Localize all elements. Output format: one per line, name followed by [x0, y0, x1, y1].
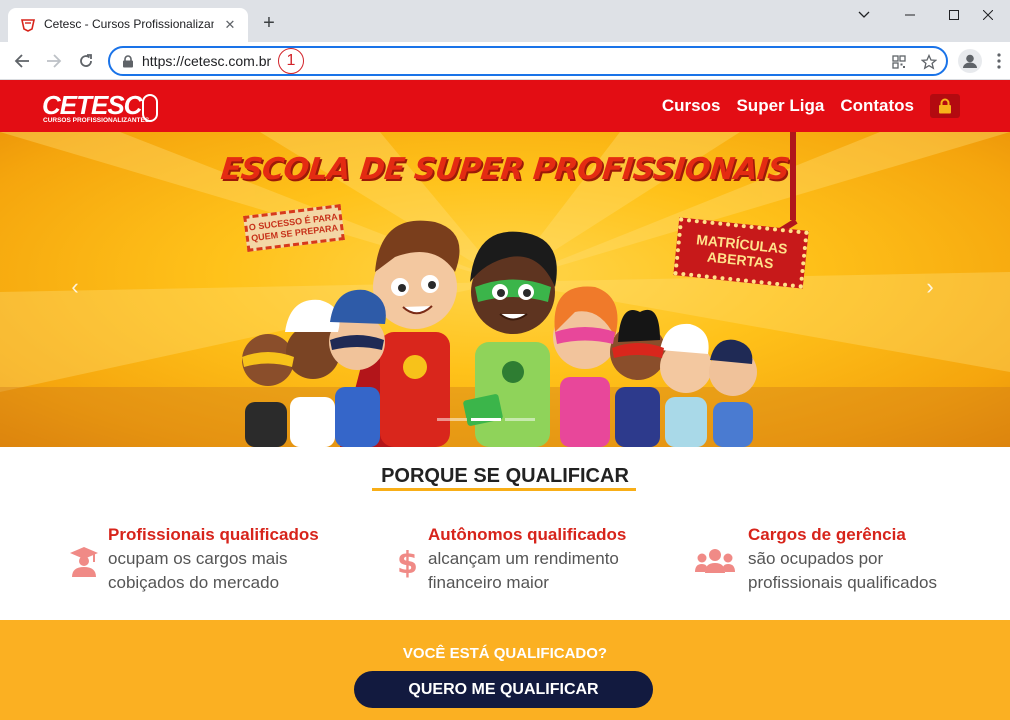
back-button[interactable] — [10, 49, 34, 73]
section-underline — [372, 488, 636, 491]
nav-cursos[interactable]: Cursos — [662, 96, 721, 116]
qualify-button[interactable]: QUERO ME QUALIFICAR — [354, 671, 653, 708]
lock-icon — [123, 55, 133, 68]
feature-text-line2: financeiro maior — [428, 573, 549, 592]
browser-tab[interactable]: Cetesc - Cursos Profissionalizantes ✕ — [8, 8, 248, 42]
annotation-marker: 1 — [278, 48, 304, 74]
feature-text-line2: cobiçados do mercado — [108, 573, 280, 592]
arrow-right-icon — [47, 54, 62, 68]
site-header: CETESC CURSOS PROFISSIONALIZANTES Cursos… — [0, 80, 1010, 132]
qr-code-icon[interactable] — [890, 53, 908, 71]
feature-profissionais: Profissionais qualificados ocupam os car… — [66, 525, 356, 595]
feature-gerencia: Cargos de gerência são ocupados por prof… — [694, 525, 994, 595]
feature-text-line1: alcançam um rendimento — [428, 549, 619, 568]
feature-autonomos: $ Autônomos qualificados alcançam um ren… — [393, 525, 683, 595]
section-title: PORQUE SE QUALIFICAR — [381, 465, 629, 487]
maximize-icon — [949, 10, 959, 20]
cartoon-heroes-illustration — [242, 220, 757, 447]
minimize-icon — [905, 14, 915, 16]
minimize-button[interactable] — [888, 4, 932, 26]
carousel-prev-button[interactable]: ‹ — [66, 275, 84, 299]
reload-icon — [80, 54, 92, 67]
main-nav: Cursos Super Liga Contatos — [662, 80, 960, 132]
tab-title: Cetesc - Cursos Profissionalizantes — [44, 17, 214, 31]
cta-section: VOCÊ ESTÁ QUALIFICADO? QUERO ME QUALIFIC… — [0, 620, 1010, 720]
cta-question: VOCÊ ESTÁ QUALIFICADO? — [402, 645, 608, 662]
carousel-next-button[interactable]: › — [921, 275, 939, 299]
carousel-indicator-2[interactable] — [471, 418, 501, 421]
close-tab-icon[interactable]: ✕ — [222, 17, 238, 33]
feature-title: Profissionais qualificados — [108, 525, 319, 544]
nav-contatos[interactable]: Contatos — [840, 96, 914, 116]
profile-avatar-icon[interactable] — [958, 49, 982, 73]
bookmark-star-icon[interactable] — [920, 53, 938, 71]
chevron-down-icon — [858, 11, 870, 18]
reload-button[interactable] — [74, 49, 98, 73]
feature-text-line1: são ocupados por — [748, 549, 884, 568]
feature-text-line1: ocupam os cargos mais — [108, 549, 288, 568]
hero-carousel[interactable]: ESCOLA DE SUPER PROFISSIONAIS O SUCESSO … — [0, 132, 1010, 447]
why-qualify-section: PORQUE SE QUALIFICAR Profissionais quali… — [0, 447, 1010, 620]
dollar-icon: $ — [397, 546, 418, 579]
users-icon — [695, 549, 735, 573]
sign-pole — [790, 132, 796, 220]
feature-title: Autônomos qualificados — [428, 525, 627, 544]
carousel-indicators — [437, 418, 535, 421]
carousel-indicator-3[interactable] — [505, 418, 535, 421]
new-tab-button[interactable]: + — [258, 12, 280, 34]
mouse-icon — [142, 94, 158, 122]
graduate-icon — [70, 547, 98, 577]
svg-text:$: $ — [397, 546, 418, 579]
login-lock-button[interactable] — [930, 94, 960, 118]
close-window-button[interactable] — [966, 4, 1010, 26]
cetesc-logo[interactable]: CETESC CURSOS PROFISSIONALIZANTES — [42, 90, 164, 126]
address-bar[interactable]: https://cetesc.com.br 1 — [108, 46, 948, 76]
feature-text-line2: profissionais qualificados — [748, 573, 937, 592]
carousel-indicator-1[interactable] — [437, 418, 467, 421]
close-icon — [982, 9, 994, 21]
logo-subtitle: CURSOS PROFISSIONALIZANTES — [43, 117, 150, 124]
feature-title: Cargos de gerência — [748, 525, 906, 544]
cetesc-favicon-icon — [21, 19, 35, 32]
nav-super-liga[interactable]: Super Liga — [736, 96, 824, 116]
browser-tab-bar: Cetesc - Cursos Profissionalizantes ✕ + — [0, 0, 1010, 42]
arrow-left-icon — [14, 54, 29, 68]
url-text[interactable]: https://cetesc.com.br — [142, 53, 271, 69]
browser-toolbar: https://cetesc.com.br 1 — [0, 42, 1010, 80]
browser-menu-icon[interactable] — [992, 49, 1006, 73]
tab-search-button[interactable] — [842, 4, 886, 26]
forward-button[interactable] — [42, 49, 66, 73]
lock-icon — [939, 98, 951, 114]
